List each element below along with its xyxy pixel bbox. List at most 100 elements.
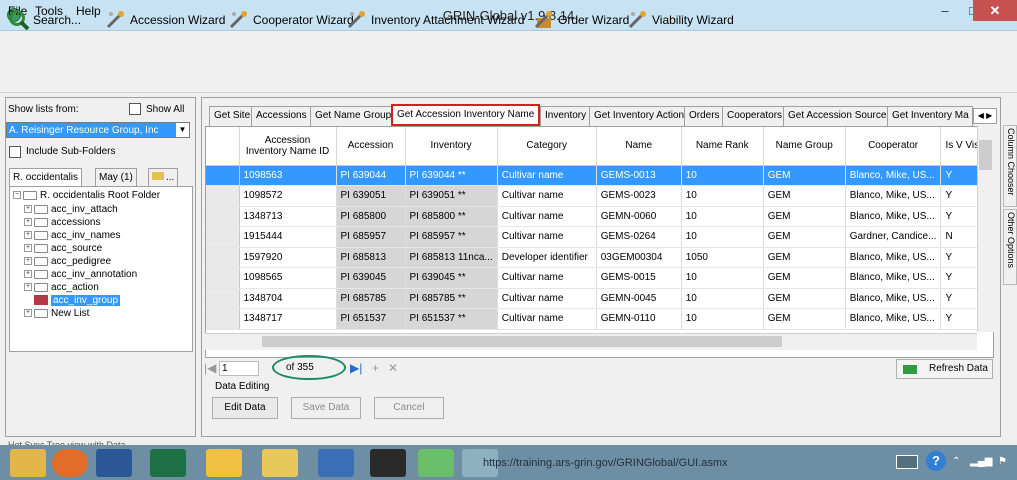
tab-get-site[interactable]: Get Site	[209, 106, 256, 126]
list-owner-select[interactable]: A. Reisinger Resource Group, Inc	[6, 122, 190, 138]
table-cell[interactable]: GEM	[763, 185, 846, 207]
row-header[interactable]	[206, 165, 240, 186]
table-cell[interactable]: PI 685957 **	[405, 226, 498, 248]
tree-node[interactable]: + acc_pedigree	[24, 256, 111, 268]
edit-data-button[interactable]: Edit Data	[212, 397, 278, 419]
table-cell[interactable]: Blanco, Mike, US...	[845, 308, 942, 330]
tab-get-accession-source[interactable]: Get Accession Source	[783, 106, 892, 126]
table-cell[interactable]: Cultivar name	[497, 226, 597, 248]
save-data-button[interactable]: Save Data	[291, 397, 361, 419]
chevron-down-icon[interactable]: ▼	[176, 123, 189, 137]
table-cell[interactable]: GEMS-0013	[596, 165, 682, 186]
show-all-checkbox[interactable]	[129, 103, 141, 115]
expand-icon[interactable]: +	[24, 205, 32, 214]
tab-cooperators[interactable]: Cooperators	[722, 106, 788, 126]
tab-orders[interactable]: Orders	[684, 106, 725, 126]
accession-wizard-button[interactable]: Accession Wizard	[105, 7, 225, 33]
horizontal-scroll-thumb[interactable]	[262, 336, 782, 347]
first-page-button[interactable]: |◀	[204, 361, 216, 375]
column-chooser-tab[interactable]: Column Chooser	[1003, 125, 1017, 207]
vertical-scroll-thumb[interactable]	[979, 140, 992, 170]
help-icon[interactable]: ?	[926, 451, 946, 471]
table-cell[interactable]: PI 685785 **	[405, 288, 498, 309]
cooperator-wizard-button[interactable]: Cooperator Wizard	[228, 7, 354, 33]
list-tab-occidentalis[interactable]: R. occidentalis	[9, 168, 83, 187]
tree-node[interactable]: + acc_inv_annotation	[24, 269, 137, 281]
table-cell[interactable]: PI 685800 **	[405, 206, 498, 227]
table-cell[interactable]: PI 685800	[336, 206, 406, 227]
table-cell[interactable]: GEMS-0015	[596, 267, 682, 289]
table-row[interactable]: 1915444 PI 685957 PI 685957 ** Cultivar nam…	[206, 226, 992, 248]
row-header[interactable]	[206, 185, 240, 207]
tab-get-inventory-action[interactable]: Get Inventory Action	[589, 106, 690, 126]
inventory-attachment-wizard-button[interactable]: Inventory Attachment Wizard	[346, 7, 524, 33]
table-row[interactable]: 1348717 PI 651537 PI 651537 ** Cultivar nam…	[206, 308, 992, 330]
cancel-button[interactable]: Cancel	[374, 397, 444, 419]
table-cell[interactable]: GEMN-0060	[596, 206, 682, 227]
column-header[interactable]: Accession Inventory Name ID	[239, 127, 337, 166]
table-cell[interactable]: 10	[681, 288, 764, 309]
tree-root[interactable]: − R. occidentalis Root Folder	[13, 190, 160, 202]
flag-icon[interactable]: ⚑	[998, 456, 1007, 467]
row-header[interactable]	[206, 247, 240, 268]
table-cell[interactable]: Blanco, Mike, US...	[845, 288, 942, 309]
data-grid[interactable]: Accession Inventory Name ID Accession In…	[205, 126, 994, 358]
table-cell[interactable]: GEMS-0023	[596, 185, 682, 207]
table-cell[interactable]: GEM	[763, 206, 846, 227]
table-cell[interactable]: Developer identifier	[497, 247, 597, 268]
other-options-tab[interactable]: Other Options	[1003, 209, 1017, 285]
keyboard-icon[interactable]	[896, 455, 918, 469]
row-header[interactable]	[206, 288, 240, 309]
column-header[interactable]: Accession	[336, 127, 406, 166]
list-tab-may[interactable]: May (1)	[95, 168, 137, 187]
table-cell[interactable]: 1098563	[239, 165, 337, 186]
table-cell[interactable]: Cultivar name	[497, 267, 597, 289]
tree-node[interactable]: + acc_inv_attach	[24, 204, 118, 216]
table-cell[interactable]: 10	[681, 226, 764, 248]
table-cell[interactable]: GEMN-0110	[596, 308, 682, 330]
list-tab-more[interactable]: ...	[148, 168, 179, 187]
table-cell[interactable]: GEMS-0264	[596, 226, 682, 248]
include-subfolders-checkbox[interactable]	[9, 146, 21, 158]
table-cell[interactable]: 10	[681, 267, 764, 289]
tree-node[interactable]: + acc_action	[24, 282, 99, 294]
expand-icon[interactable]: +	[24, 231, 32, 240]
app-icon[interactable]	[370, 449, 406, 477]
table-row[interactable]: 1098563 PI 639044 PI 639044 ** Cultivar nam…	[206, 165, 992, 186]
table-cell[interactable]: GEMN-0045	[596, 288, 682, 309]
table-cell[interactable]: Cultivar name	[497, 308, 597, 330]
table-cell[interactable]: Gardner, Candice...	[845, 226, 942, 248]
table-row[interactable]: 1348704 PI 685785 PI 685785 ** Cultivar nam…	[206, 288, 992, 309]
table-cell[interactable]: 1597920	[239, 247, 337, 268]
table-cell[interactable]: PI 639045	[336, 267, 406, 289]
table-cell[interactable]: Blanco, Mike, US...	[845, 165, 942, 186]
chevron-up-icon[interactable]: ⌃	[952, 456, 960, 467]
column-header[interactable]: Category	[497, 127, 597, 166]
excel-icon[interactable]	[150, 449, 186, 477]
tab-scroll-arrows[interactable]: ◀ ▶	[973, 108, 997, 124]
viability-wizard-button[interactable]: Viability Wizard	[627, 7, 734, 33]
page-number-input[interactable]: 1	[219, 361, 259, 376]
table-cell[interactable]: GEM	[763, 226, 846, 248]
table-cell[interactable]: 1348704	[239, 288, 337, 309]
table-cell[interactable]: Cultivar name	[497, 165, 597, 186]
table-cell[interactable]: Cultivar name	[497, 288, 597, 309]
minimize-button[interactable]: –	[930, 0, 960, 21]
app-icon[interactable]	[318, 449, 354, 477]
expand-icon[interactable]: +	[24, 309, 32, 318]
table-cell[interactable]: 10	[681, 308, 764, 330]
table-cell[interactable]: Blanco, Mike, US...	[845, 185, 942, 207]
order-wizard-button[interactable]: Order Wizard	[533, 7, 629, 33]
table-cell[interactable]: 1050	[681, 247, 764, 268]
table-cell[interactable]: PI 639045 **	[405, 267, 498, 289]
table-cell[interactable]: Blanco, Mike, US...	[845, 247, 942, 268]
tab-accessions[interactable]: Accessions	[251, 106, 312, 126]
firefox-icon[interactable]	[52, 449, 88, 477]
column-header[interactable]: Cooperator	[845, 127, 942, 166]
expand-icon[interactable]: +	[24, 218, 32, 227]
column-header[interactable]: Name Rank	[681, 127, 764, 166]
tree-node[interactable]: + acc_source	[24, 243, 102, 255]
table-cell[interactable]: PI 651537	[336, 308, 406, 330]
file-explorer-icon[interactable]	[10, 449, 46, 477]
expand-icon[interactable]: +	[24, 270, 32, 279]
